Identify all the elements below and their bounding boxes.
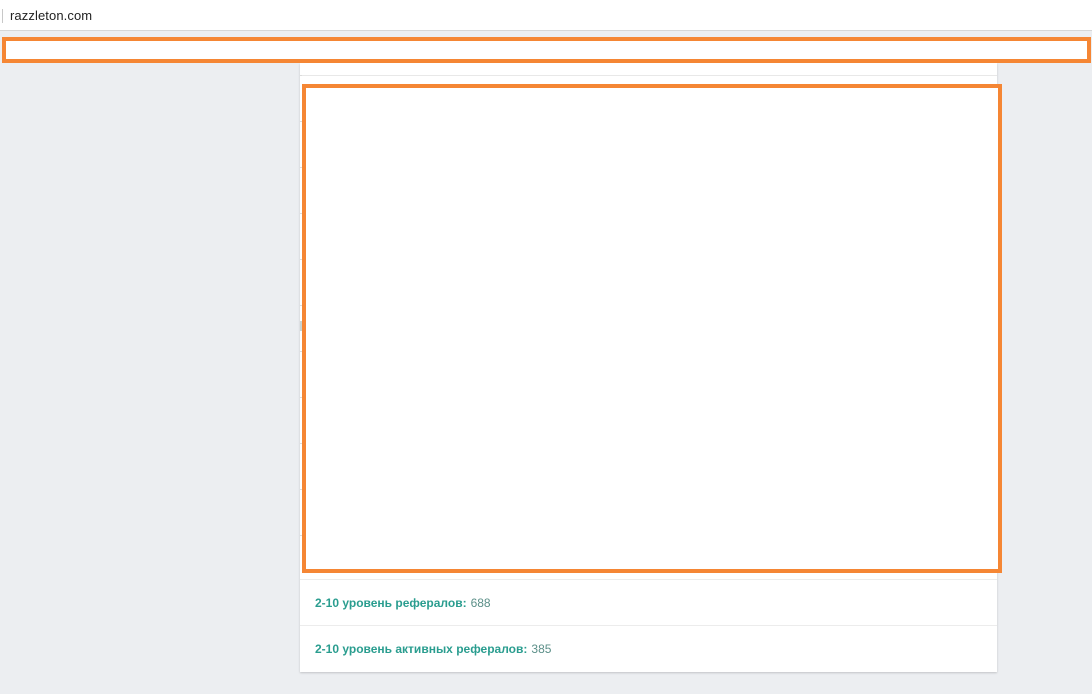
stat-value: 385 — [531, 642, 552, 656]
card-top-row — [300, 63, 997, 76]
stat-row-content: 2-10 уровень активных рефералов: 385 — [315, 642, 551, 656]
stat-value: 688 — [470, 596, 491, 610]
stat-row-content: 2-10 уровень рефералов: 688 — [315, 596, 491, 610]
redaction-box-main — [302, 84, 1002, 573]
browser-address-bar[interactable]: razzleton.com — [0, 0, 1092, 31]
redaction-box-top — [2, 37, 1091, 63]
stat-row-active-referrals: 2-10 уровень активных рефералов: 385 — [300, 625, 997, 671]
stat-row-referrals: 2-10 уровень рефералов: 688 — [300, 579, 997, 625]
address-url[interactable]: razzleton.com — [10, 8, 92, 23]
stat-label: 2-10 уровень рефералов: — [315, 596, 467, 610]
stat-label: 2-10 уровень активных рефералов: — [315, 642, 528, 656]
address-divider — [2, 9, 3, 23]
